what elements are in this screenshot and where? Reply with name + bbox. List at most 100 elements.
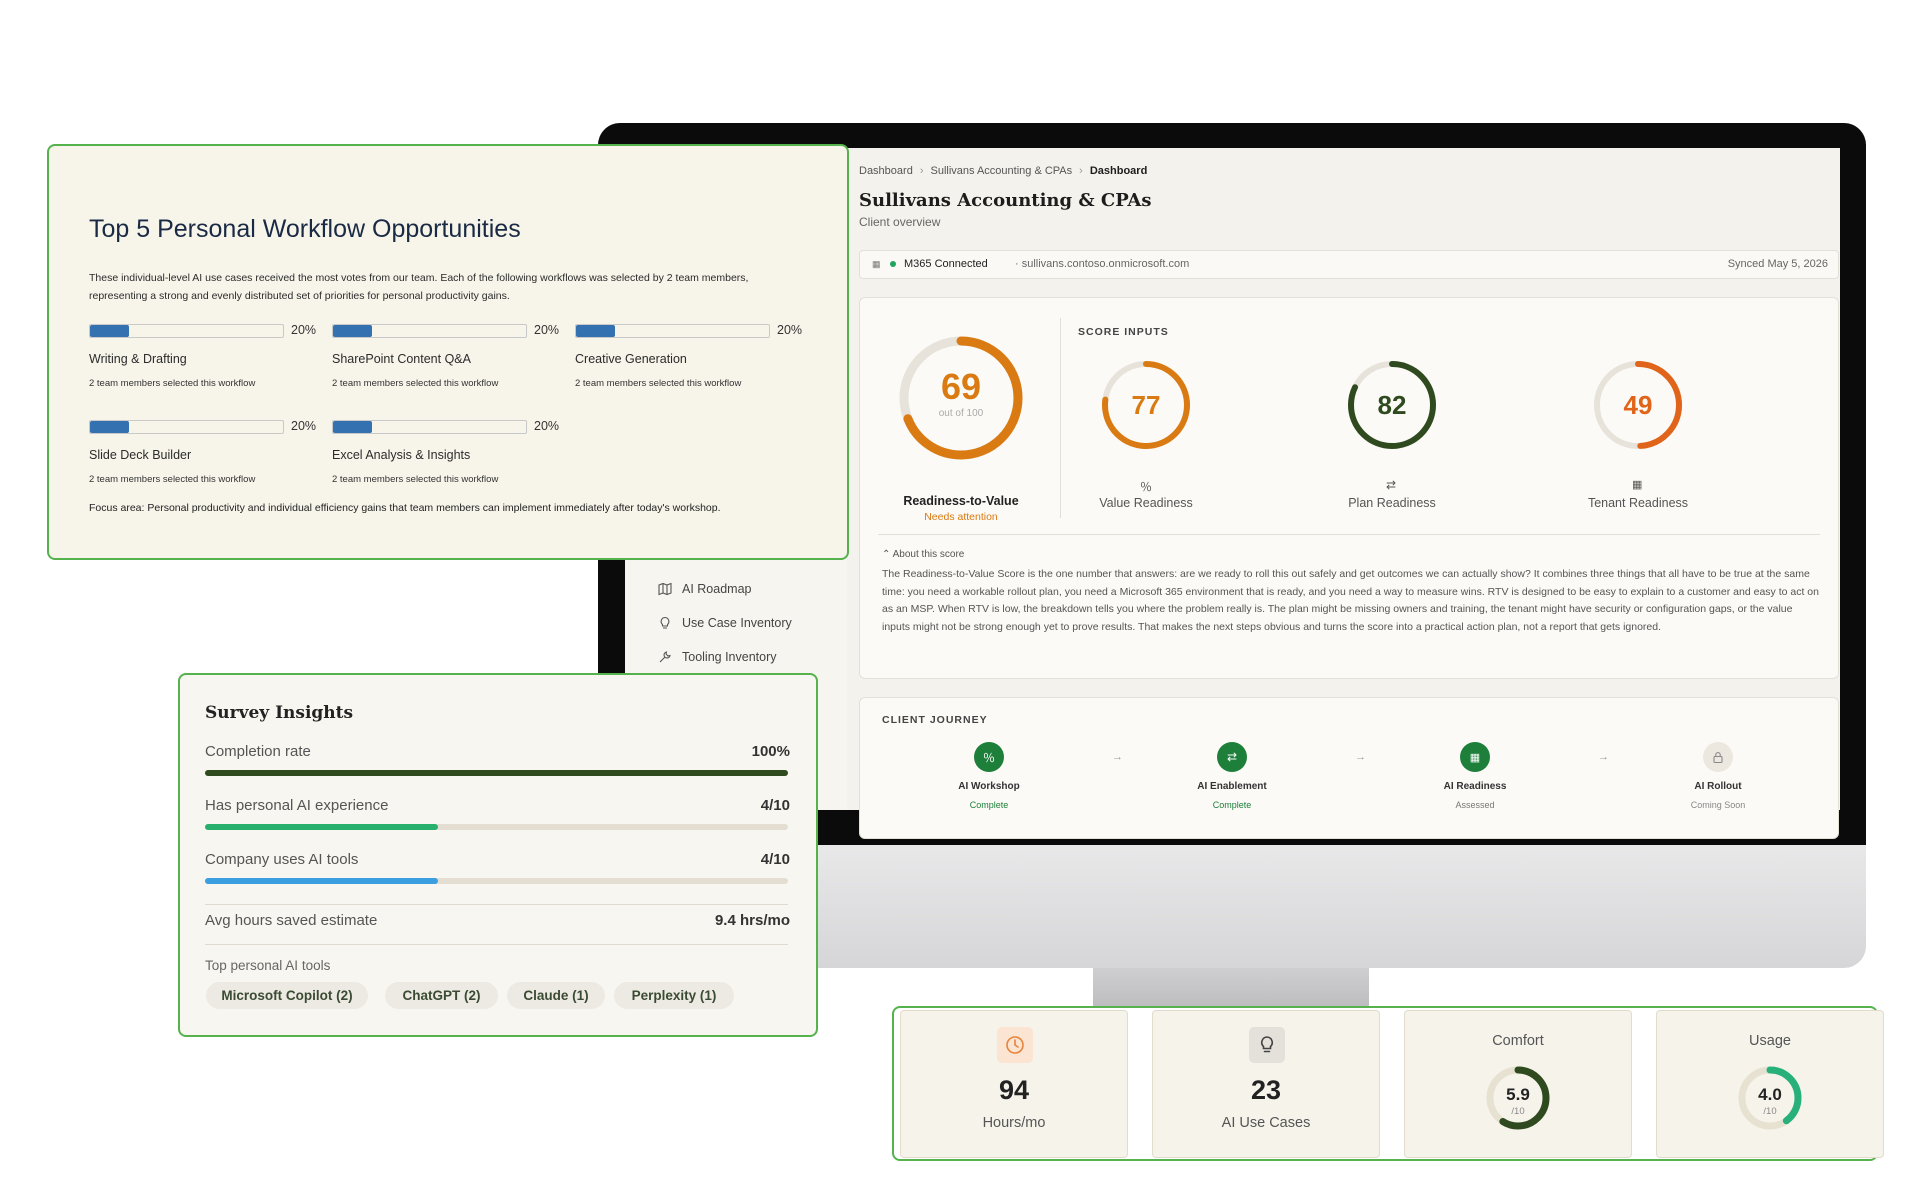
workflow-progress-fill: [333, 325, 372, 337]
survey-progress-fill: [205, 878, 439, 884]
sidebar-item-use-case-inventory[interactable]: Use Case Inventory: [658, 616, 792, 630]
percent-icon: ％: [1140, 480, 1153, 494]
workflow-progress-bar: [89, 324, 284, 338]
journey-step-status: Complete: [969, 800, 1009, 810]
divider: [878, 534, 1820, 535]
workflow-percent: 20%: [534, 323, 560, 337]
comfort-stat-card: Comfort 5.9 /10: [1404, 1010, 1632, 1158]
map-icon: [658, 582, 672, 596]
sidebar-item-label: Use Case Inventory: [682, 616, 792, 630]
survey-progress-track: [205, 824, 788, 830]
survey-metric-value: 4/10: [760, 797, 790, 814]
workflow-vote-count: 2 team members selected this workflow: [332, 378, 499, 389]
plan-readiness-score: 82: [1377, 390, 1407, 420]
value-readiness-score: 77: [1131, 390, 1161, 420]
workflow-progress-fill: [90, 325, 129, 337]
divider: [205, 944, 788, 945]
sidebar-item-label: AI Roadmap: [682, 582, 752, 596]
survey-metric-label: Has personal AI experience: [205, 797, 389, 814]
survey-progress-track: [205, 770, 788, 776]
survey-progress-fill: [205, 824, 439, 830]
use-cases-stat-card: 23 AI Use Cases: [1152, 1010, 1380, 1158]
sidebar-item-label: Tooling Inventory: [682, 650, 777, 664]
grid-icon: ▦: [1632, 479, 1643, 491]
journey-step-icon: ⇄: [1217, 742, 1247, 772]
workflow-name: SharePoint Content Q&A: [332, 352, 471, 366]
sidebar-item-tooling-inventory[interactable]: Tooling Inventory: [658, 650, 777, 664]
about-score-text: The Readiness-to-Value Score is the one …: [882, 568, 1819, 633]
survey-progress-fill: [205, 770, 788, 776]
comfort-stat-title: Comfort: [1492, 1033, 1544, 1049]
survey-metric-label: Company uses AI tools: [205, 851, 359, 868]
flow-icon: ⇄: [1386, 478, 1397, 492]
readiness-score-card: 69 out of 100 Readiness-to-Value Needs a…: [859, 297, 1839, 679]
hours-saved-label: Avg hours saved estimate: [205, 912, 378, 929]
comfort-stat-value: 5.9: [1506, 1085, 1530, 1104]
survey-progress-track: [205, 878, 788, 884]
tenant-domain: · sullivans.contoso.onmicrosoft.com: [1015, 258, 1190, 270]
about-score-toggle-label: About this score: [892, 549, 965, 560]
clock-icon: [997, 1027, 1033, 1063]
rtv-score-value: 69: [940, 366, 982, 407]
journey-step-name: AI Rollout: [1694, 781, 1742, 792]
top-tools-label: Top personal AI tools: [205, 958, 331, 973]
lightbulb-icon: [660, 616, 670, 629]
value-readiness-label: Value Readiness: [1099, 496, 1193, 510]
journey-step-name: AI Enablement: [1197, 781, 1267, 792]
rtv-status: Needs attention: [924, 511, 998, 523]
sidebar-item-ai-roadmap[interactable]: AI Roadmap: [658, 582, 751, 596]
synced-timestamp: Synced May 5, 2026: [1727, 258, 1828, 270]
m365-connected-label: M365 Connected: [904, 258, 988, 270]
tool-pill-microsoft-copilot: Microsoft Copilot (2): [206, 982, 368, 1009]
workflow-progress-bar: [575, 324, 770, 338]
journey-step-icon: [1703, 742, 1733, 772]
lightbulb-icon: [1249, 1027, 1285, 1063]
page-subtitle: Client overview: [859, 215, 941, 229]
grid-icon: ▦: [872, 259, 881, 269]
workflow-vote-count: 2 team members selected this workflow: [89, 474, 256, 485]
grid-icon: ▦: [1469, 751, 1481, 764]
chevron-right-icon: ›: [919, 165, 924, 177]
client-journey-card: CLIENT JOURNEY ％ AI Workshop Complete → …: [859, 697, 1839, 839]
rtv-label: Readiness-to-Value: [903, 494, 1019, 508]
page-title: Sullivans Accounting & CPAs: [859, 190, 1152, 211]
score-inputs-caption: SCORE INPUTS: [1078, 326, 1169, 338]
tenant-readiness-score: 49: [1623, 390, 1653, 420]
journey-step-icon: ▦: [1460, 742, 1490, 772]
breadcrumb: Dashboard › Sullivans Accounting & CPAs › Da…: [859, 161, 1147, 179]
workflow-percent: 20%: [777, 323, 803, 337]
comfort-stat-scale: /10: [1511, 1106, 1525, 1117]
hours-stat-card: 94 Hours/mo: [900, 1010, 1128, 1158]
survey-metric-label: Completion rate: [205, 743, 311, 760]
workflow-card-title: Top 5 Personal Workflow Opportunities: [89, 215, 521, 243]
workflow-progress-fill: [90, 421, 129, 433]
workflow-percent: 20%: [291, 419, 317, 433]
journey-step-status: Complete: [1212, 800, 1252, 810]
workflow-percent: 20%: [534, 419, 560, 433]
chevron-up-icon: ⌃: [882, 549, 891, 560]
monitor-stand: [1093, 968, 1369, 1010]
use-cases-stat-value: 23: [1250, 1075, 1282, 1105]
workflow-name: Writing & Drafting: [89, 352, 187, 366]
usage-stat-title: Usage: [1749, 1033, 1791, 1049]
use-cases-stat-label: AI Use Cases: [1221, 1115, 1311, 1131]
breadcrumb-link[interactable]: Sullivans Accounting & CPAs: [931, 165, 1073, 177]
rtv-out-of: out of 100: [938, 408, 984, 419]
arrow-right-icon: →: [1112, 751, 1123, 763]
connected-status-dot: [890, 261, 896, 267]
divider: [1060, 318, 1061, 518]
breadcrumb-current: Dashboard: [1089, 165, 1148, 177]
arrow-right-icon: →: [1355, 751, 1366, 763]
workflow-progress-bar: [332, 420, 527, 434]
journey-step-name: AI Workshop: [958, 781, 1020, 792]
client-journey-caption: CLIENT JOURNEY: [882, 714, 988, 726]
survey-metric-value: 100%: [751, 743, 790, 760]
breadcrumb-link[interactable]: Dashboard: [859, 165, 913, 177]
workflow-progress-bar: [332, 324, 527, 338]
workflow-progress-bar: [89, 420, 284, 434]
tool-pill-claude: Claude (1): [507, 982, 605, 1009]
workflow-percent: 20%: [291, 323, 317, 337]
workflow-progress-fill: [576, 325, 615, 337]
plan-readiness-label: Plan Readiness: [1348, 496, 1436, 510]
about-score-toggle[interactable]: ⌃ About this score: [882, 549, 964, 560]
